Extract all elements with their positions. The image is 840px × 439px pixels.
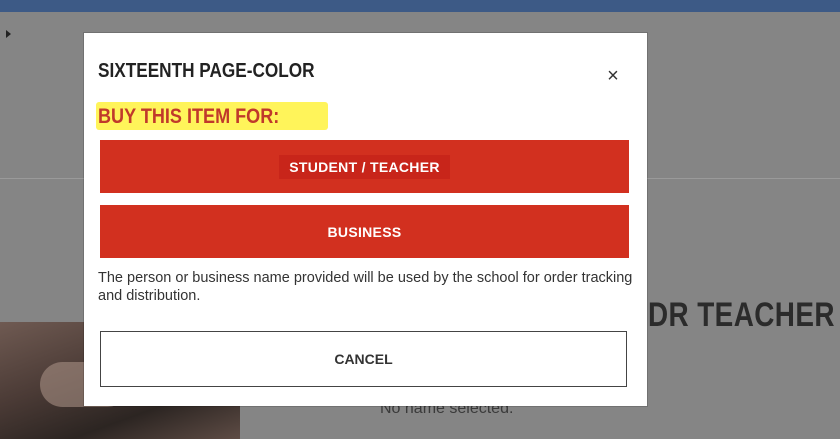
cancel-button[interactable]: CANCEL — [100, 331, 627, 387]
business-button[interactable]: BUSINESS — [100, 205, 629, 258]
buy-for-prompt: BUY THIS ITEM FOR: — [98, 105, 280, 128]
business-label: BUSINESS — [327, 223, 402, 240]
order-tracking-note: The person or business name provided wil… — [98, 270, 633, 304]
top-bar — [0, 0, 840, 12]
purchase-type-modal: SIXTEENTH PAGE-COLOR × BUY THIS ITEM FOR… — [84, 33, 647, 406]
student-teacher-button[interactable]: STUDENT / TEACHER — [100, 140, 629, 193]
background-heading: DR TEACHER — [648, 296, 835, 334]
modal-title: SIXTEENTH PAGE-COLOR — [98, 60, 315, 82]
caret-right-icon — [6, 30, 11, 38]
student-teacher-label: STUDENT / TEACHER — [279, 154, 450, 179]
close-icon[interactable]: × — [602, 65, 624, 87]
